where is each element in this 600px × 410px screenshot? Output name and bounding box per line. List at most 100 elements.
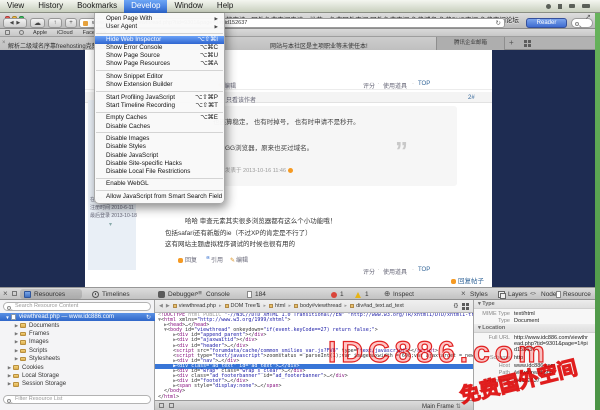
dock-inspector-icon[interactable] xyxy=(12,291,17,296)
tab-resource[interactable]: Resource xyxy=(563,291,591,298)
menu-item-show-error-console[interactable]: Show Error Console⌥⌘C xyxy=(95,44,224,52)
menubar-item-history[interactable]: History xyxy=(31,0,70,13)
bookmarks-menu-icon[interactable] xyxy=(5,30,10,35)
fullscreen-icon[interactable]: ↗ xyxy=(585,13,591,21)
view-author-link[interactable]: 只看该作者 xyxy=(226,95,256,104)
warning-icon[interactable] xyxy=(355,292,361,298)
quote-action-link[interactable]: “引用 xyxy=(206,255,223,264)
inspect-button[interactable]: Inspect xyxy=(393,291,414,298)
reply-action-link[interactable]: 回复 xyxy=(178,255,197,264)
tab-close-icon[interactable]: × xyxy=(2,40,6,46)
reply-thread-link[interactable]: 回复帖子 xyxy=(451,275,484,285)
breadcrumb-div-ad-text-ad-text[interactable]: div#ad_text.ad_text xyxy=(350,303,404,309)
nav-console[interactable]: Console xyxy=(206,291,230,298)
menu-item-disable-caches[interactable]: Disable Caches xyxy=(95,123,224,131)
notification-icon[interactable] xyxy=(546,4,551,9)
resource-cookies[interactable]: ▶Cookies xyxy=(0,363,155,371)
collapse-userinfo-icon[interactable]: ▾ xyxy=(109,221,112,228)
menubar-item-view[interactable]: View xyxy=(0,0,31,13)
menu-item-disable-site-specific-hacks[interactable]: Disable Site-specific Hacks xyxy=(95,160,224,168)
section-header-type[interactable]: ▾ Type xyxy=(474,300,595,309)
tab-styles[interactable]: Styles xyxy=(470,291,488,298)
reload-resource-icon[interactable]: ↻ xyxy=(146,314,151,321)
document-icon xyxy=(11,314,16,320)
new-tab-button[interactable]: + xyxy=(65,18,77,28)
menu-item-disable-local-file-restrictions[interactable]: Disable Local File Restrictions xyxy=(95,168,224,176)
back-forward-buttons[interactable]: ◀ ▶ xyxy=(3,18,27,28)
resource-frames[interactable]: ▶Frames xyxy=(0,330,155,338)
battery-icon[interactable] xyxy=(582,4,590,8)
menu-item-start-timeline-recording[interactable]: Start Timeline Recording⌥⇧⌘T xyxy=(95,102,224,110)
filter-resource-input[interactable]: Filter Resource List xyxy=(3,395,151,404)
menu-item-allow-javascript-from-smart-search-field[interactable]: Allow JavaScript from Smart Search Field xyxy=(95,193,224,201)
resource-scripts[interactable]: ▶Scripts xyxy=(0,347,155,355)
breadcrumb-html[interactable]: html xyxy=(269,303,285,309)
breadcrumb-viewthread-php[interactable]: viewthread.php xyxy=(173,303,216,309)
reload-icon[interactable]: ↻ xyxy=(496,19,501,28)
dock-side-icon[interactable] xyxy=(169,403,174,408)
window-title-bar: 的方法 - 国外免费空间申请、推荐、免费国外空间,国外免费空间,免费域名,免费P… xyxy=(0,13,595,29)
tab-inactive[interactable]: 腾讯企业邮箱 xyxy=(437,37,505,50)
edit-action-link[interactable]: ✎编辑 xyxy=(230,255,248,264)
menu-item-show-page-resources[interactable]: Show Page Resources⌥⌘A xyxy=(95,60,224,68)
resource-viewthread-php-www-idc886-com[interactable]: ▼viewthread.php — www.idc886.com↻ xyxy=(0,313,155,321)
resource-stylesheets[interactable]: ▶Stylesheets xyxy=(0,355,155,363)
dom-tree-line[interactable]: </html> xyxy=(155,395,473,400)
bookmark-item-icloud[interactable]: iCloud xyxy=(57,30,73,36)
nav-debugger[interactable]: Debugger xyxy=(168,291,197,298)
inspect-crosshair-icon[interactable]: ⊕ xyxy=(384,289,390,298)
menubar-item-help[interactable]: Help xyxy=(210,0,240,13)
resource-local-storage[interactable]: ▶Local Storage xyxy=(0,372,155,380)
new-tab-plus-icon[interactable]: + xyxy=(509,38,514,47)
search-resource-input[interactable]: Search Resource Content xyxy=(3,302,151,311)
resource-images[interactable]: ▶Images xyxy=(0,338,155,346)
reader-button[interactable]: Reader xyxy=(526,18,567,28)
error-icon[interactable] xyxy=(331,292,337,298)
menu-item-disable-javascript[interactable]: Disable JavaScript xyxy=(95,152,224,160)
magic-tools-link[interactable]: 使用道具 xyxy=(383,267,407,276)
bookmark-item-apple[interactable]: Apple xyxy=(33,30,47,36)
pretty-print-icon[interactable]: {} xyxy=(454,303,458,309)
type-profiler-icon[interactable] xyxy=(462,303,469,310)
menu-item-user-agent[interactable]: User Agent▶ xyxy=(95,23,224,31)
menu-item-disable-images[interactable]: Disable Images xyxy=(95,135,224,143)
display-icon[interactable] xyxy=(569,4,575,8)
resource-tree: ▼viewthread.php — www.idc886.com↻▶Docume… xyxy=(0,313,155,389)
nav-resources[interactable]: Resources xyxy=(34,291,65,298)
quote-meta: 发表于 2013-10-16 11:46 xyxy=(225,166,293,174)
frame-selector[interactable]: Main Frame ⇅ xyxy=(422,403,461,410)
menu-item-hide-web-inspector[interactable]: Hide Web Inspector⌥⇧⌘I xyxy=(95,36,224,44)
nav-back-icon[interactable]: ◀ xyxy=(159,303,163,309)
menu-item-show-snippet-editor[interactable]: Show Snippet Editor xyxy=(95,73,224,81)
menu-item-disable-styles[interactable]: Disable Styles xyxy=(95,143,224,151)
close-inspector-icon[interactable]: × xyxy=(3,289,8,298)
top-sites-icon[interactable] xyxy=(19,30,24,35)
resource-session-storage[interactable]: ▶Session Storage xyxy=(0,380,155,388)
menu-item-start-profiling-javascript[interactable]: Start Profiling JavaScript⌥⇧⌘P xyxy=(95,94,224,102)
share-button[interactable]: ↑ xyxy=(48,18,62,28)
rate-link[interactable]: 评分 xyxy=(363,267,375,276)
dock-bottom-icon[interactable] xyxy=(159,403,164,408)
section-header-location[interactable]: ▾ Location xyxy=(474,324,595,333)
nav-forward-icon[interactable]: ▶ xyxy=(166,303,170,309)
breadcrumb-dom-tree[interactable]: DOM Tree⇅ xyxy=(225,303,261,309)
menu-item-enable-webgl[interactable]: Enable WebGL xyxy=(95,180,224,188)
menubar-item-bookmarks[interactable]: Bookmarks xyxy=(70,0,124,13)
tab-node[interactable]: Node xyxy=(541,291,557,298)
menubar-item-develop[interactable]: Develop xyxy=(124,0,167,13)
menu-item-show-page-source[interactable]: Show Page Source⌥⌘U xyxy=(95,52,224,60)
breadcrumb-body-viewthread[interactable]: body#viewthread xyxy=(294,303,342,309)
icloud-tabs-button[interactable]: ☁ xyxy=(30,18,45,28)
menu-item-open-page-with[interactable]: Open Page With▶ xyxy=(95,15,224,23)
menubar-item-window[interactable]: Window xyxy=(167,0,209,13)
show-all-tabs-icon[interactable] xyxy=(524,40,531,47)
top-link[interactable]: TOP xyxy=(418,81,430,87)
resource-documents[interactable]: ▶Documents xyxy=(0,321,155,329)
nav-timelines[interactable]: Timelines xyxy=(102,291,130,298)
menu-item-empty-caches[interactable]: Empty Caches⌥⌘E xyxy=(95,114,224,122)
floor-number[interactable]: 2# xyxy=(468,95,475,101)
top-link[interactable]: TOP xyxy=(418,267,430,273)
volume-icon[interactable] xyxy=(558,4,562,9)
tab-layers[interactable]: Layers xyxy=(508,291,528,298)
menu-item-show-extension-builder[interactable]: Show Extension Builder xyxy=(95,81,224,89)
